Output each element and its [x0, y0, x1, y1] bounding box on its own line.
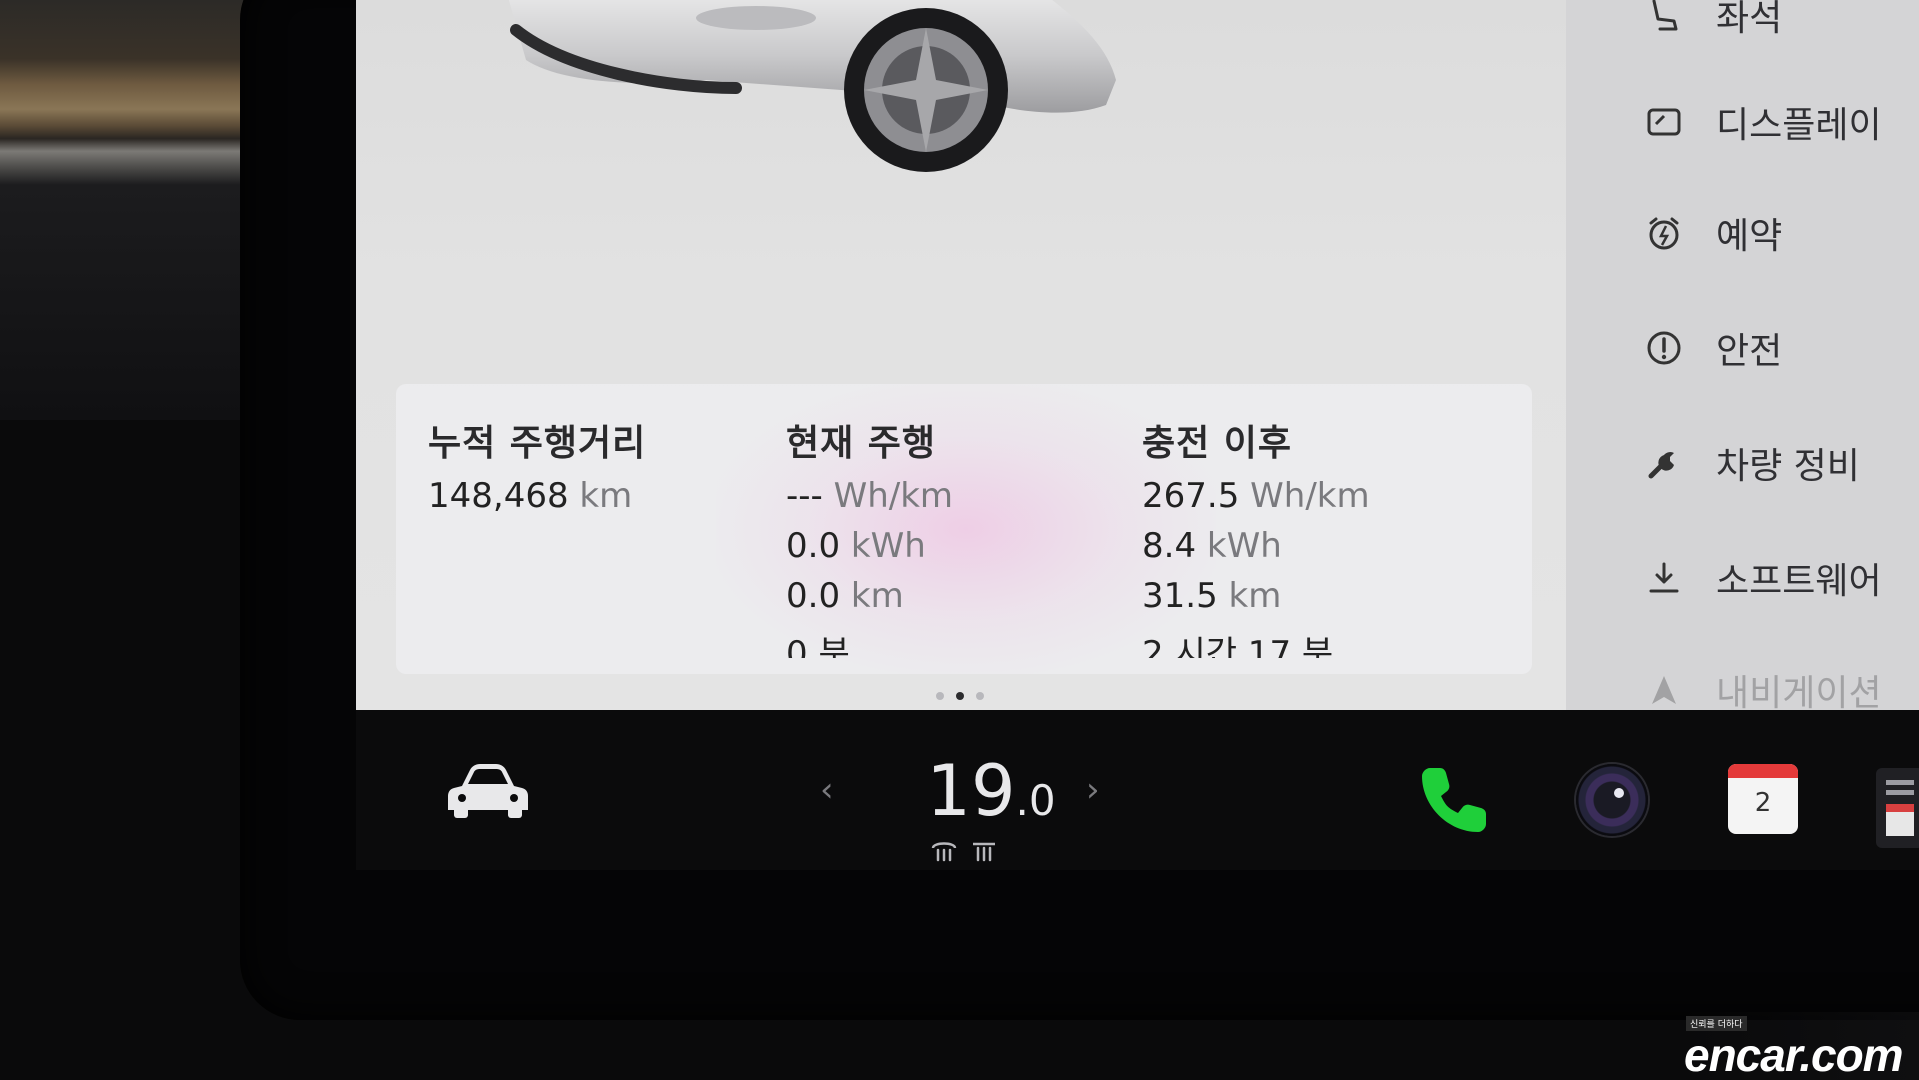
since-charge-energy-unit: kWh: [1206, 526, 1282, 566]
current-drive-energy-unit: kWh: [850, 526, 926, 566]
app-launcher-icon[interactable]: [1876, 768, 1919, 848]
menu-item-label: 좌석: [1716, 0, 1783, 39]
since-charge-distance: 31.5 km: [1142, 576, 1370, 616]
menu-item-display[interactable]: 디스플레이: [1566, 87, 1919, 157]
current-drive-title: 현재 주행: [786, 423, 937, 464]
temperature-integer: 19: [926, 750, 1016, 832]
settings-side-menu: 좌석 디스플레이 예약 안전 차량 정비 소프트웨어 내비게이션: [1566, 0, 1919, 710]
current-drive-distance-value: 0.0: [786, 576, 841, 616]
menu-item-label: 차량 정비: [1716, 446, 1860, 487]
menu-item-schedule[interactable]: 예약: [1566, 198, 1919, 268]
watermark-logo: encar.com: [1684, 1029, 1904, 1080]
seat-icon: [1642, 0, 1686, 37]
odometer-distance-unit: km: [579, 476, 633, 516]
touchscreen: 누적 주행거리 148,468 km 현재 주행 --- Wh/km 0.0 k…: [356, 0, 1919, 710]
photo-stage: 누적 주행거리 148,468 km 현재 주행 --- Wh/km 0.0 k…: [0, 0, 1919, 1080]
page-dot-active[interactable]: [956, 692, 964, 700]
vehicle-render-image: [508, 0, 1116, 172]
page-indicator[interactable]: [936, 692, 984, 700]
menu-item-software[interactable]: 소프트웨어: [1566, 543, 1919, 613]
since-charge-column: 충전 이후 267.5 Wh/km 8.4 kWh 31.5 km 2 시간 1…: [1142, 414, 1370, 658]
current-drive-efficiency-value: ---: [786, 476, 823, 516]
menu-item-service[interactable]: 차량 정비: [1566, 428, 1919, 498]
current-drive-duration: 0 분: [786, 634, 850, 658]
since-charge-efficiency: 267.5 Wh/km: [1142, 476, 1370, 516]
odometer-column: 누적 주행거리 148,468 km: [428, 414, 646, 516]
menu-item-safety[interactable]: 안전: [1566, 313, 1919, 383]
since-charge-energy: 8.4 kWh: [1142, 526, 1370, 566]
temperature-decimal: .0: [1015, 776, 1056, 825]
safety-icon: [1642, 326, 1686, 370]
page-dot[interactable]: [976, 692, 984, 700]
since-charge-efficiency-unit: Wh/km: [1250, 476, 1370, 516]
temperature-down-button[interactable]: ‹: [820, 770, 834, 810]
seat-heater-left-icon[interactable]: [930, 838, 958, 862]
phone-icon[interactable]: [1416, 762, 1492, 838]
calendar-header: [1728, 764, 1798, 778]
since-charge-duration: 2 시간 17 분: [1142, 634, 1334, 658]
seat-heater-right-icon[interactable]: [970, 838, 998, 862]
menu-item-label: 내비게이션: [1716, 673, 1882, 710]
current-drive-column: 현재 주행 --- Wh/km 0.0 kWh 0.0 km 0 분: [786, 414, 953, 658]
current-drive-energy-value: 0.0: [786, 526, 841, 566]
temperature-up-button[interactable]: ›: [1086, 770, 1100, 810]
since-charge-distance-value: 31.5: [1142, 576, 1218, 616]
since-charge-energy-value: 8.4: [1142, 526, 1197, 566]
menu-item-label: 안전: [1716, 331, 1783, 372]
menu-item-label: 예약: [1716, 216, 1783, 257]
seat-heater-group: [930, 838, 998, 862]
navigation-icon: [1642, 668, 1686, 710]
since-charge-efficiency-value: 267.5: [1142, 476, 1240, 516]
calendar-day: 2: [1754, 788, 1772, 818]
odometer-distance-value: 148,468: [428, 476, 569, 516]
download-icon: [1642, 556, 1686, 600]
display-icon: [1642, 100, 1686, 144]
since-charge-distance-unit: km: [1228, 576, 1282, 616]
current-drive-efficiency-unit: Wh/km: [833, 476, 954, 516]
camera-app-icon[interactable]: [1576, 764, 1648, 836]
menu-item-seat[interactable]: 좌석: [1566, 0, 1919, 50]
menu-item-label: 소프트웨어: [1716, 561, 1882, 602]
page-dot[interactable]: [936, 692, 944, 700]
encar-watermark: 신뢰를 더하다 encar.com: [1680, 1012, 1919, 1080]
odometer-title: 누적 주행거리: [428, 423, 647, 464]
current-drive-distance-unit: km: [850, 576, 904, 616]
cabin-temperature[interactable]: 19.0: [906, 750, 1076, 832]
calendar-app-icon[interactable]: 2: [1728, 764, 1798, 834]
current-drive-distance: 0.0 km: [786, 576, 953, 616]
car-interior-background: [0, 0, 260, 420]
menu-item-navigation[interactable]: 내비게이션: [1566, 655, 1919, 710]
since-charge-title: 충전 이후: [1142, 423, 1293, 464]
trip-stats-card: 누적 주행거리 148,468 km 현재 주행 --- Wh/km 0.0 k…: [396, 384, 1532, 674]
menu-item-label: 디스플레이: [1716, 105, 1882, 146]
current-drive-efficiency: --- Wh/km: [786, 476, 953, 516]
bottom-dock: ‹ 19.0 › 2: [356, 710, 1919, 870]
current-drive-energy: 0.0 kWh: [786, 526, 953, 566]
car-icon[interactable]: [448, 762, 528, 820]
wrench-icon: [1642, 441, 1686, 485]
odometer-distance: 148,468 km: [428, 476, 646, 516]
schedule-icon: [1642, 211, 1686, 255]
